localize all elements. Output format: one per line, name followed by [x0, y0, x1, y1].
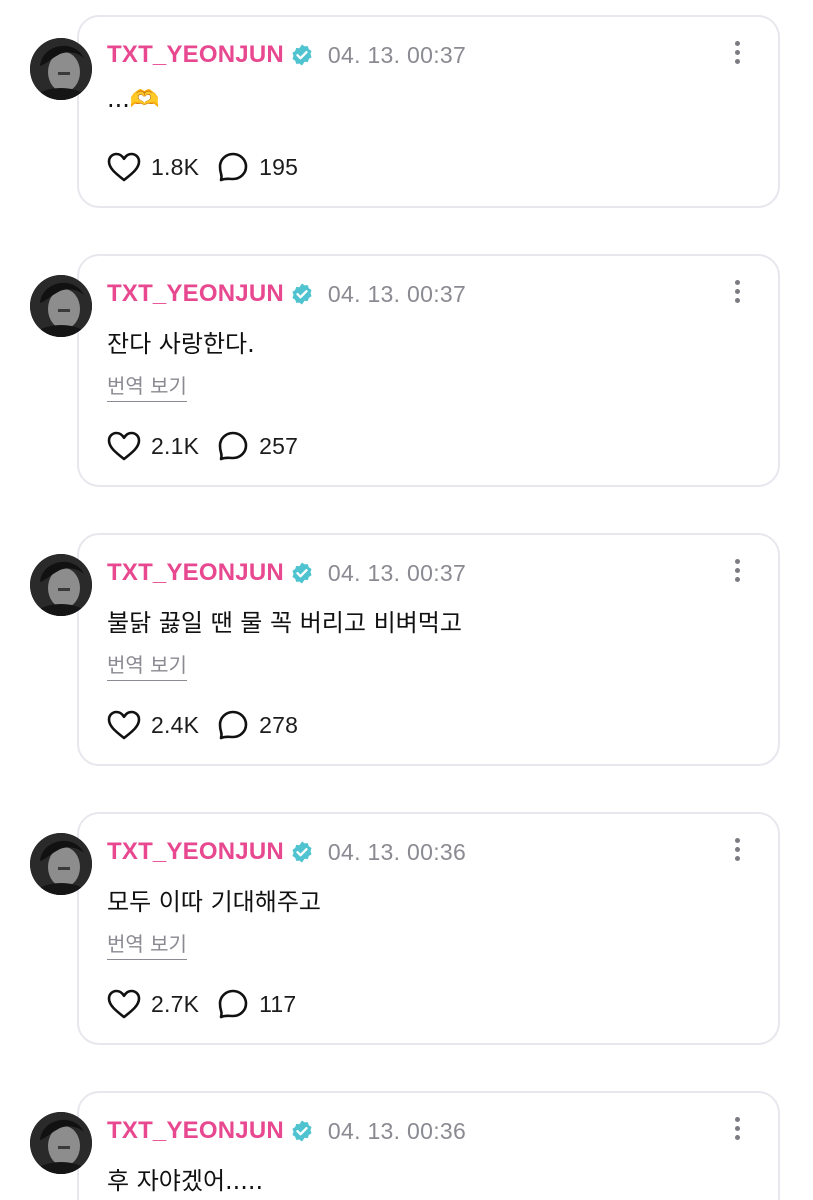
avatar[interactable] [30, 275, 92, 337]
speech-bubble-icon [218, 431, 248, 461]
comment-button[interactable]: 195 [217, 151, 298, 183]
avatar[interactable] [30, 1112, 92, 1174]
post-timestamp: 04. 13. 00:37 [327, 559, 467, 586]
username[interactable]: TXT_YEONJUN [107, 838, 284, 866]
post-timestamp: 04. 13. 00:37 [327, 41, 467, 68]
translate-link[interactable]: 번역 보기 [107, 649, 187, 681]
post-timestamp: 04. 13. 00:36 [327, 1117, 467, 1144]
verified-badge-icon [290, 561, 314, 585]
post-header: TXT_YEONJUN 04. 13. 00:37 [107, 278, 466, 310]
avatar[interactable] [30, 554, 92, 616]
verified-badge-icon [290, 1119, 314, 1143]
avatar[interactable] [30, 38, 92, 100]
more-options-icon[interactable] [732, 280, 742, 308]
like-button[interactable]: 2.1K [107, 431, 199, 461]
verified-badge-icon [290, 840, 314, 864]
heart-icon [107, 152, 141, 182]
post-text: 잔다 사랑한다. [107, 330, 255, 358]
post-item: TXT_YEONJUN 04. 13. 00:37 ...🫶 1.8K 195 [0, 15, 813, 208]
translate-link[interactable]: 번역 보기 [107, 928, 187, 960]
post-item: TXT_YEONJUN 04. 13. 00:36 후 자야겠어..... [0, 1091, 813, 1200]
post-header: TXT_YEONJUN 04. 13. 00:36 [107, 1115, 466, 1147]
comment-count: 257 [259, 432, 299, 459]
post-text: 모두 이따 기대해주고 [107, 888, 321, 916]
like-count: 1.8K [151, 153, 200, 180]
post-actions: 1.8K 195 [107, 150, 298, 184]
post-item: TXT_YEONJUN 04. 13. 00:37 불닭 끓일 땐 물 꼭 버리… [0, 533, 813, 766]
verified-badge-icon [290, 43, 314, 67]
comment-count: 117 [259, 990, 297, 1017]
username[interactable]: TXT_YEONJUN [107, 1117, 284, 1145]
username[interactable]: TXT_YEONJUN [107, 280, 284, 308]
comment-button[interactable]: 278 [217, 709, 298, 741]
comment-count: 278 [259, 711, 299, 738]
post-header: TXT_YEONJUN 04. 13. 00:37 [107, 39, 466, 71]
post-header: TXT_YEONJUN 04. 13. 00:37 [107, 557, 466, 589]
post-actions: 2.4K 278 [107, 708, 298, 742]
like-button[interactable]: 2.7K [107, 989, 199, 1019]
post-text: 불닭 끓일 땐 물 꼭 버리고 비벼먹고 [107, 609, 462, 637]
post-card[interactable]: TXT_YEONJUN 04. 13. 00:36 후 자야겠어..... [77, 1091, 780, 1200]
comment-count: 195 [259, 153, 299, 180]
post-timestamp: 04. 13. 00:36 [327, 838, 467, 865]
like-count: 2.4K [151, 711, 200, 738]
like-count: 2.7K [151, 990, 200, 1017]
post-item: TXT_YEONJUN 04. 13. 00:36 모두 이따 기대해주고 번역… [0, 812, 813, 1045]
post-text: 후 자야겠어..... [107, 1167, 264, 1195]
post-card[interactable]: TXT_YEONJUN 04. 13. 00:37 ...🫶 1.8K 195 [77, 15, 780, 208]
like-button[interactable]: 2.4K [107, 710, 199, 740]
post-actions: 2.7K 117 [107, 987, 296, 1021]
like-count: 2.1K [151, 432, 200, 459]
speech-bubble-icon [218, 989, 248, 1019]
post-timestamp: 04. 13. 00:37 [327, 280, 467, 307]
post-actions: 2.1K 257 [107, 429, 298, 463]
more-options-icon[interactable] [732, 838, 742, 866]
post-header: TXT_YEONJUN 04. 13. 00:36 [107, 836, 466, 868]
heart-icon [107, 710, 141, 740]
avatar[interactable] [30, 833, 92, 895]
post-card[interactable]: TXT_YEONJUN 04. 13. 00:37 잔다 사랑한다. 번역 보기… [77, 254, 780, 487]
comment-button[interactable]: 117 [217, 988, 296, 1020]
speech-bubble-icon [218, 710, 248, 740]
post-card[interactable]: TXT_YEONJUN 04. 13. 00:37 불닭 끓일 땐 물 꼭 버리… [77, 533, 780, 766]
speech-bubble-icon [218, 152, 248, 182]
more-options-icon[interactable] [732, 559, 742, 587]
heart-icon [107, 431, 141, 461]
username[interactable]: TXT_YEONJUN [107, 41, 284, 69]
verified-badge-icon [290, 282, 314, 306]
comment-button[interactable]: 257 [217, 430, 298, 462]
post-item: TXT_YEONJUN 04. 13. 00:37 잔다 사랑한다. 번역 보기… [0, 254, 813, 487]
post-feed: TXT_YEONJUN 04. 13. 00:37 ...🫶 1.8K 195 [0, 0, 813, 1200]
post-text: ...🫶 [107, 85, 160, 113]
username[interactable]: TXT_YEONJUN [107, 559, 284, 587]
heart-icon [107, 989, 141, 1019]
like-button[interactable]: 1.8K [107, 152, 199, 182]
more-options-icon[interactable] [732, 1117, 742, 1145]
translate-link[interactable]: 번역 보기 [107, 370, 187, 402]
post-card[interactable]: TXT_YEONJUN 04. 13. 00:36 모두 이따 기대해주고 번역… [77, 812, 780, 1045]
more-options-icon[interactable] [732, 41, 742, 69]
